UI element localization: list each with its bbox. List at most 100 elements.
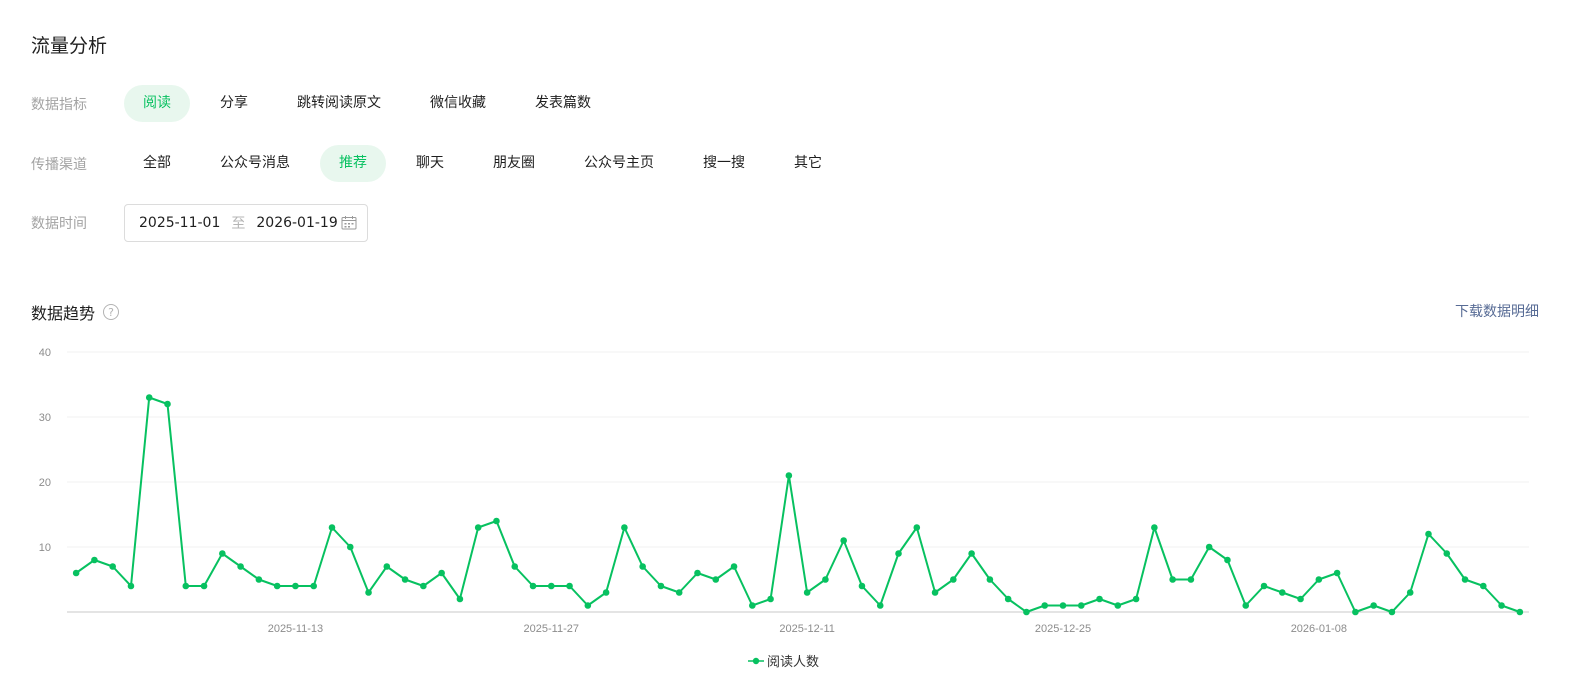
data-point — [1480, 582, 1487, 590]
data-point — [1041, 602, 1049, 609]
data-point — [72, 569, 80, 577]
series-line — [75, 396, 1521, 613]
channel-chip[interactable]: 公众号消息 — [201, 145, 309, 182]
data-point — [749, 602, 756, 609]
data-point — [511, 563, 519, 570]
data-point — [1443, 550, 1451, 557]
data-point — [803, 589, 811, 596]
data-point — [1370, 602, 1377, 609]
calendar-icon[interactable] — [341, 215, 357, 230]
channel-chip[interactable]: 聊天 — [397, 145, 463, 182]
data-point — [694, 569, 701, 577]
data-point — [931, 589, 939, 596]
data-point — [675, 589, 683, 596]
data-point — [1096, 595, 1103, 603]
data-point — [1388, 608, 1396, 616]
data-point — [1151, 524, 1158, 531]
data-point — [1023, 608, 1030, 616]
data-point — [237, 563, 244, 570]
data-point — [1169, 576, 1176, 583]
data-point — [109, 563, 116, 570]
data-point — [474, 524, 482, 531]
data-point — [858, 582, 866, 590]
date-start[interactable]: 2025-11-01 — [139, 215, 220, 231]
x-tick-label: 2025-12-11 — [779, 623, 834, 635]
y-tick-label: 40 — [39, 347, 51, 359]
data-point — [164, 400, 171, 408]
download-details-link[interactable]: 下载数据明细 — [1455, 301, 1539, 321]
data-point — [456, 595, 464, 603]
data-point — [602, 589, 610, 596]
data-point — [621, 524, 628, 531]
data-point — [1278, 589, 1286, 596]
data-point — [785, 472, 793, 479]
metric-filter-label: 数据指标 — [31, 96, 87, 113]
channel-chip[interactable]: 搜一搜 — [684, 145, 764, 182]
data-point — [1059, 602, 1067, 609]
data-point — [1205, 543, 1213, 551]
data-point — [1333, 569, 1341, 577]
y-tick-label: 20 — [39, 477, 51, 489]
data-point — [986, 576, 994, 583]
data-point — [346, 543, 354, 551]
metric-filter-row: 数据指标 阅读 分享 跳转阅读原文 微信收藏 发表篇数 — [31, 85, 621, 122]
date-filter-row: 数据时间 2025-11-01 至 2026-01-19 — [31, 203, 368, 242]
trend-chart: 10 20 30 40 2025-11-13 2025-11-27 2025-12-11 20… — [39, 347, 1529, 635]
data-point — [529, 582, 537, 590]
channel-chip[interactable]: 朋友圈 — [474, 145, 554, 182]
data-point — [1224, 556, 1231, 564]
data-point — [657, 582, 665, 590]
data-point — [91, 556, 98, 564]
data-point — [584, 602, 592, 609]
channel-chip[interactable]: 全部 — [124, 145, 190, 182]
data-point — [1425, 530, 1432, 538]
channel-chip[interactable]: 其它 — [775, 145, 841, 182]
metric-chip[interactable]: 发表篇数 — [516, 85, 610, 122]
channel-filter-row: 传播渠道 全部 公众号消息 推荐 聊天 朋友圈 公众号主页 搜一搜 其它 — [31, 145, 852, 182]
date-end[interactable]: 2026-01-19 — [256, 215, 337, 231]
channel-chip[interactable]: 推荐 — [320, 145, 386, 182]
data-point — [438, 569, 445, 577]
data-point — [895, 550, 902, 557]
data-point — [219, 550, 226, 557]
data-point — [1498, 602, 1505, 609]
data-point — [1315, 576, 1323, 583]
channel-filter-label: 传播渠道 — [31, 156, 87, 173]
metric-chip[interactable]: 跳转阅读原文 — [278, 85, 400, 122]
chart-legend[interactable]: 阅读人数 — [748, 651, 819, 670]
channel-chip[interactable]: 公众号主页 — [565, 145, 673, 182]
data-point — [1132, 595, 1140, 603]
data-point — [968, 550, 975, 557]
date-separator: 至 — [231, 215, 246, 232]
trend-title-group: 数据趋势 ? — [31, 300, 120, 324]
data-point — [310, 582, 318, 590]
data-point — [1352, 608, 1359, 616]
metric-chips: 阅读 分享 跳转阅读原文 微信收藏 发表篇数 — [124, 85, 621, 122]
channel-chips: 全部 公众号消息 推荐 聊天 朋友圈 公众号主页 搜一搜 其它 — [124, 145, 852, 182]
metric-chip[interactable]: 阅读 — [124, 85, 190, 122]
data-point — [1461, 576, 1469, 583]
data-point — [493, 517, 500, 525]
data-point — [1242, 602, 1250, 609]
data-point — [1297, 595, 1304, 603]
data-point — [292, 582, 299, 590]
data-point — [840, 537, 847, 544]
data-point — [1004, 595, 1012, 603]
date-range-picker[interactable]: 2025-11-01 至 2026-01-19 — [124, 203, 368, 242]
data-point — [566, 582, 573, 590]
x-tick-label: 2025-11-27 — [524, 623, 579, 635]
metric-chip[interactable]: 微信收藏 — [411, 85, 505, 122]
data-point — [950, 576, 957, 583]
x-tick-label: 2026-01-08 — [1291, 623, 1347, 635]
metric-chip[interactable]: 分享 — [201, 85, 267, 122]
data-point — [767, 595, 774, 603]
data-point — [127, 582, 135, 590]
data-point — [1406, 589, 1414, 596]
data-point — [365, 589, 372, 596]
y-tick-label: 10 — [39, 542, 51, 554]
data-point — [712, 576, 720, 583]
y-tick-label: 30 — [39, 412, 51, 424]
trend-title: 数据趋势 — [31, 304, 96, 323]
help-icon[interactable]: ? — [103, 304, 120, 320]
data-point — [401, 576, 409, 583]
